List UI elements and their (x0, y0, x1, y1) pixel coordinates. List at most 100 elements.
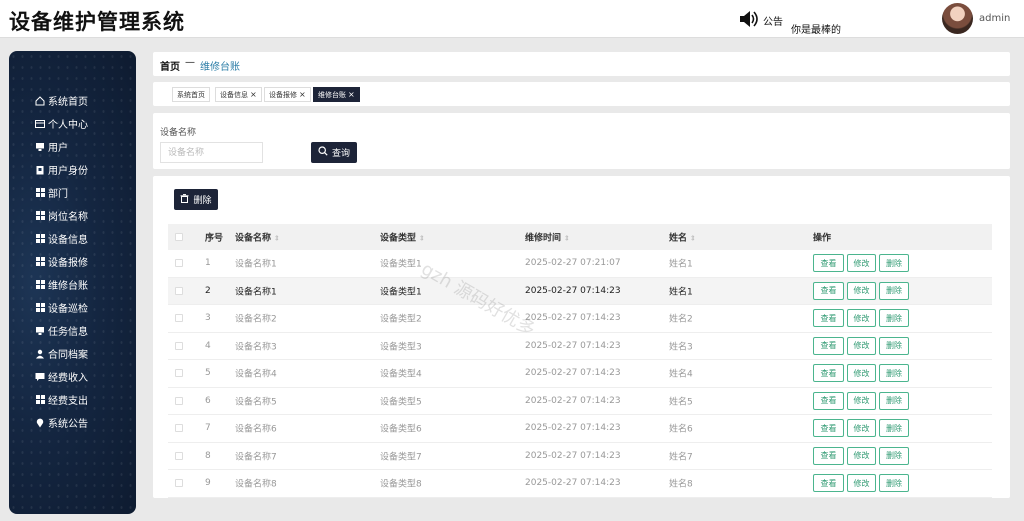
cell-name: 设备名称1 (235, 287, 277, 298)
edit-button[interactable]: 修改 (847, 281, 876, 300)
tab-label: 系统首页 (177, 90, 205, 99)
delete-button[interactable]: 删除 (879, 419, 909, 438)
view-button[interactable]: 查看 (813, 336, 844, 355)
row-checkbox[interactable] (175, 479, 183, 488)
delete-button[interactable]: 删除 (879, 309, 909, 328)
tab-1[interactable]: 系统首页 (172, 87, 210, 102)
header-type[interactable]: 设备类型 ⇕ (380, 231, 425, 244)
cell-index: 7 (205, 423, 211, 434)
view-button[interactable]: 查看 (813, 474, 844, 493)
sidebar-item-13[interactable]: 经费收入 (35, 365, 88, 388)
cell-type: 设备类型6 (380, 424, 422, 435)
edit-button[interactable]: 修改 (847, 364, 876, 383)
table-row[interactable]: 8 设备名称7 设备类型7 2025-02-27 07:14:23 姓名7 查看 修改 删除 (168, 442, 992, 470)
table-row[interactable]: 7 设备名称6 设备类型6 2025-02-27 07:14:23 姓名6 查看 修改 删除 (168, 415, 992, 443)
view-button[interactable]: 查看 (813, 254, 844, 273)
sidebar-item-9[interactable]: 维修台账 (35, 273, 88, 296)
sidebar-item-12[interactable]: 合同档案 (35, 342, 88, 365)
sidebar-item-15[interactable]: 系统公告 (35, 411, 88, 434)
sidebar-item-14[interactable]: 经费支出 (35, 388, 88, 411)
select-all-checkbox[interactable] (175, 233, 183, 241)
edit-button[interactable]: 修改 (847, 309, 876, 328)
sort-icon: ⇕ (274, 234, 280, 243)
delete-button[interactable]: 删除 (879, 254, 909, 273)
edit-button[interactable]: 修改 (847, 419, 876, 438)
table-row[interactable]: 9 设备名称8 设备类型8 2025-02-27 07:14:23 姓名8 查看 修改 删除 (168, 470, 992, 498)
search-input[interactable] (160, 142, 263, 163)
cell-name: 设备名称4 (235, 369, 277, 380)
header-time[interactable]: 维修时间 ⇕ (525, 231, 570, 244)
row-checkbox[interactable] (175, 314, 183, 323)
sidebar-item-7[interactable]: 设备信息 (35, 227, 88, 250)
tab-2[interactable]: 设备信息 × (215, 87, 262, 102)
close-icon[interactable]: × (348, 90, 355, 99)
sidebar-item-2[interactable]: 个人中心 (35, 112, 88, 135)
view-button[interactable]: 查看 (813, 309, 844, 328)
close-icon[interactable]: × (299, 90, 306, 99)
edit-button[interactable]: 修改 (847, 446, 876, 465)
delete-button[interactable]: 删除 (879, 446, 909, 465)
delete-button[interactable]: 删除 (879, 364, 909, 383)
avatar[interactable] (942, 3, 973, 34)
user-name[interactable]: admin (979, 13, 1010, 24)
row-checkbox[interactable] (175, 369, 183, 378)
row-checkbox[interactable] (175, 396, 183, 405)
edit-button[interactable]: 修改 (847, 391, 876, 410)
delete-button[interactable]: 删除 (879, 474, 909, 493)
tab-label: 维修台账 (318, 90, 346, 99)
sort-icon: ⇕ (419, 234, 425, 243)
table-row[interactable]: 1 设备名称1 设备类型1 2025-02-27 07:21:07 姓名1 查看 修改 删除 (168, 250, 992, 278)
sidebar-menu: 系统首页个人中心用户 用户身份 部门 岗位名称 设备信息 设备报修 维修台账 设备巡检 任务信息… (35, 89, 88, 434)
view-button[interactable]: 查看 (813, 446, 844, 465)
search-panel: 设备名称 查询 (153, 113, 1010, 169)
row-checkbox[interactable] (175, 259, 183, 268)
row-checkbox[interactable] (175, 341, 183, 350)
delete-button[interactable]: 删除 (879, 281, 909, 300)
delete-button[interactable]: 删除 (879, 391, 909, 410)
edit-button[interactable]: 修改 (847, 474, 876, 493)
tab-4[interactable]: 维修台账 × (313, 87, 360, 102)
row-checkbox[interactable] (175, 286, 183, 295)
sidebar-item-1[interactable]: 系统首页 (35, 89, 88, 112)
sidebar-item-5[interactable]: 部门 (35, 181, 88, 204)
location-icon (35, 418, 45, 428)
table-row[interactable]: 2 设备名称1 设备类型1 2025-02-27 07:14:23 姓名1 查看 修改 删除 (168, 277, 992, 305)
breadcrumb-home[interactable]: 首页 (160, 58, 180, 73)
view-button[interactable]: 查看 (813, 391, 844, 410)
sidebar-item-label: 个人中心 (48, 120, 88, 131)
sidebar-item-4[interactable]: 用户身份 (35, 158, 88, 181)
sidebar-item-10[interactable]: 设备巡检 (35, 296, 88, 319)
view-button[interactable]: 查看 (813, 281, 844, 300)
header-person[interactable]: 姓名 ⇕ (669, 231, 696, 244)
table-row[interactable]: 5 设备名称4 设备类型4 2025-02-27 07:14:23 姓名4 查看 修改 删除 (168, 360, 992, 388)
query-button[interactable]: 查询 (311, 142, 357, 163)
cell-time: 2025-02-27 07:14:23 (525, 285, 621, 296)
table-header: 序号 设备名称 ⇕ 设备类型 ⇕ 维修时间 ⇕ 姓名 ⇕ 操作 (168, 224, 992, 250)
row-checkbox[interactable] (175, 451, 183, 460)
edit-button[interactable]: 修改 (847, 336, 876, 355)
cell-index: 1 (205, 258, 211, 269)
view-button[interactable]: 查看 (813, 364, 844, 383)
sidebar-item-6[interactable]: 岗位名称 (35, 204, 88, 227)
table-row[interactable]: 3 设备名称2 设备类型2 2025-02-27 07:14:23 姓名2 查看 修改 删除 (168, 305, 992, 333)
sidebar-item-label: 合同档案 (48, 350, 88, 361)
table-row[interactable]: 6 设备名称5 设备类型5 2025-02-27 07:14:23 姓名5 查看 修改 删除 (168, 387, 992, 415)
grid-icon (35, 234, 45, 244)
delete-button[interactable]: 删除 (879, 336, 909, 355)
cell-person: 姓名3 (669, 342, 693, 353)
header-name[interactable]: 设备名称 ⇕ (235, 231, 280, 244)
grid-icon (35, 303, 45, 313)
sidebar-item-8[interactable]: 设备报修 (35, 250, 88, 273)
edit-button[interactable]: 修改 (847, 254, 876, 273)
table-row[interactable]: 4 设备名称3 设备类型3 2025-02-27 07:14:23 姓名3 查看 修改 删除 (168, 332, 992, 360)
table-body: 1 设备名称1 设备类型1 2025-02-27 07:21:07 姓名1 查看 修改 删除 2… (168, 250, 992, 498)
batch-delete-button[interactable]: 删除 (174, 189, 218, 210)
row-checkbox[interactable] (175, 424, 183, 433)
notice-area[interactable]: 公告 你是最棒的 (739, 10, 841, 36)
tab-3[interactable]: 设备报修 × (264, 87, 311, 102)
close-icon[interactable]: × (250, 90, 257, 99)
cell-time: 2025-02-27 07:14:23 (525, 395, 621, 406)
sidebar-item-3[interactable]: 用户 (35, 135, 88, 158)
view-button[interactable]: 查看 (813, 419, 844, 438)
sidebar-item-11[interactable]: 任务信息 (35, 319, 88, 342)
